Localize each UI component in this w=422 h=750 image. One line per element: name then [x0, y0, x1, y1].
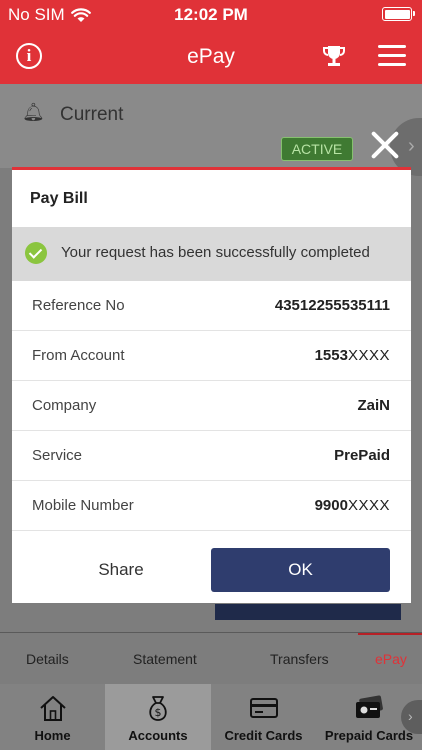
- credit-card-icon: [249, 698, 278, 718]
- value-masked: XXXX: [347, 347, 390, 364]
- account-summary-section: 🔔︎ Current ACTIVE: [0, 84, 422, 168]
- home-icon: [39, 696, 66, 721]
- detail-row-company: Company ZaiN: [12, 381, 411, 431]
- value-text: 43512255535111: [274, 297, 390, 314]
- share-button[interactable]: Share: [32, 548, 210, 592]
- detail-value: 9900XXXX: [315, 497, 390, 514]
- check-icon: [25, 242, 47, 264]
- prepaid-card-icon: [356, 695, 383, 718]
- detail-value: PrePaid: [334, 447, 390, 464]
- accounts-icon: $: [149, 696, 167, 721]
- detail-row-from-account: From Account 1553XXXX: [12, 331, 411, 381]
- detail-label: Mobile Number: [32, 497, 134, 514]
- background-button: [215, 604, 401, 620]
- close-icon[interactable]: [368, 128, 402, 162]
- status-badge: ACTIVE: [281, 137, 353, 161]
- detail-row-reference: Reference No 43512255535111: [12, 281, 411, 331]
- tab-transfers[interactable]: Transfers: [270, 651, 329, 667]
- section-title: Current: [60, 104, 124, 125]
- hamburger-menu-icon[interactable]: [378, 45, 406, 67]
- detail-label: From Account: [32, 347, 125, 364]
- status-time: 12:02 PM: [174, 5, 248, 24]
- active-tab-indicator: [358, 633, 422, 635]
- tab-epay[interactable]: ePay: [375, 651, 407, 667]
- detail-label: Service: [32, 447, 83, 464]
- detail-value: 43512255535111: [275, 297, 390, 314]
- nav-accounts[interactable]: $ Accounts: [105, 684, 211, 750]
- nav-accounts-label: Accounts: [128, 728, 188, 743]
- trophy-icon[interactable]: [321, 43, 347, 69]
- nav-home[interactable]: Home: [0, 684, 105, 750]
- bell-icon: 🔔︎: [22, 102, 45, 122]
- app-header: i ePay: [0, 28, 422, 84]
- value-text: 1553: [314, 347, 348, 364]
- tab-statement[interactable]: Statement: [133, 651, 197, 667]
- detail-label: Company: [32, 397, 97, 414]
- detail-row-service: Service PrePaid: [12, 431, 411, 481]
- status-bar: No SIM 12:02 PM: [0, 0, 422, 28]
- value-masked: XXXX: [347, 497, 390, 514]
- nav-home-label: Home: [34, 728, 71, 743]
- bottom-navigation: Home $ Accounts Credit Cards Prepaid Car…: [0, 684, 422, 750]
- success-banner: Your request has been successfully compl…: [12, 227, 411, 281]
- nav-credit-cards[interactable]: Credit Cards: [211, 684, 316, 750]
- dialog-title: Pay Bill: [30, 190, 88, 207]
- battery-icon: [382, 7, 415, 21]
- page-title: ePay: [187, 45, 235, 68]
- account-tabs: Details Statement Transfers ePay: [0, 632, 422, 684]
- value-text: 9900: [314, 497, 348, 514]
- svg-text:$: $: [155, 706, 162, 719]
- nav-prepaid-cards-label: Prepaid Cards: [324, 728, 414, 743]
- detail-label: Reference No: [32, 297, 125, 314]
- tab-details[interactable]: Details: [26, 651, 69, 667]
- success-message: Your request has been successfully compl…: [61, 244, 370, 261]
- detail-value: ZaiN: [357, 397, 390, 414]
- detail-value: 1553XXXX: [315, 347, 390, 364]
- value-text: PrePaid: [334, 447, 390, 464]
- ok-button[interactable]: OK: [211, 548, 390, 592]
- nav-credit-cards-label: Credit Cards: [224, 728, 303, 743]
- value-text: ZaiN: [357, 397, 390, 414]
- detail-row-mobile-number: Mobile Number 9900XXXX: [12, 481, 411, 531]
- pay-bill-dialog: Pay Bill Your request has been successfu…: [12, 167, 411, 603]
